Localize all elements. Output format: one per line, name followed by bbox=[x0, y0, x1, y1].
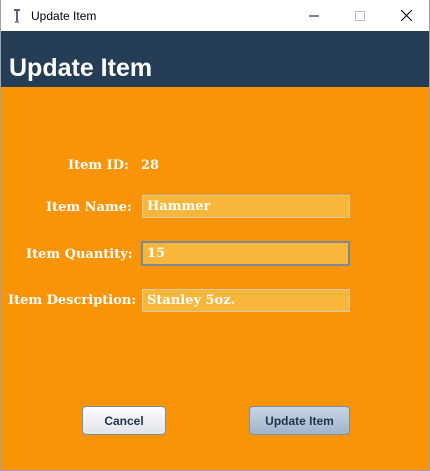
maximize-button[interactable] bbox=[337, 0, 383, 31]
update-item-window: Update Item Update Item Item ID: 28 Item… bbox=[0, 0, 430, 471]
item-name-field[interactable] bbox=[142, 195, 350, 218]
header-bar: Update Item bbox=[1, 31, 429, 87]
title-bar[interactable]: Update Item bbox=[1, 0, 429, 31]
window-controls bbox=[291, 0, 429, 31]
item-quantity-field[interactable] bbox=[141, 241, 350, 266]
item-id-label: Item ID: bbox=[68, 158, 129, 173]
item-name-label: Item Name: bbox=[46, 200, 132, 215]
page-title: Update Item bbox=[9, 54, 153, 82]
item-description-field[interactable] bbox=[142, 289, 350, 312]
minimize-button[interactable] bbox=[291, 0, 337, 31]
update-item-button[interactable]: Update Item bbox=[249, 406, 350, 435]
item-quantity-label: Item Quantity: bbox=[26, 247, 133, 262]
close-icon bbox=[400, 10, 412, 21]
window-title: Update Item bbox=[31, 8, 97, 23]
minimize-icon bbox=[309, 15, 319, 16]
app-icon bbox=[8, 7, 26, 25]
cancel-button[interactable]: Cancel bbox=[82, 406, 166, 435]
maximize-icon bbox=[355, 10, 365, 21]
item-id-value: 28 bbox=[141, 158, 160, 173]
item-description-label: Item Description: bbox=[8, 293, 137, 308]
close-button[interactable] bbox=[383, 0, 429, 31]
